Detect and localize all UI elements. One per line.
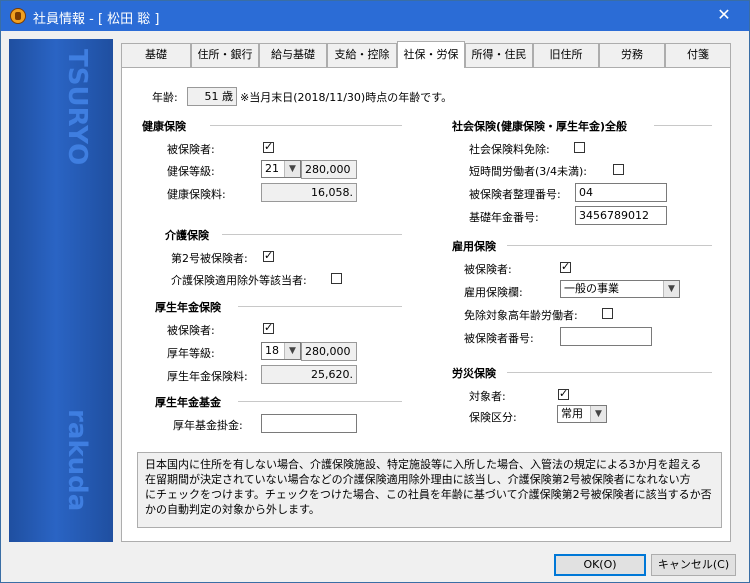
help-note-line: 日本国内に住所を有しない場合、介護保険施設、特定施設等に入所した場合、入管法の規… — [145, 458, 702, 471]
care-divider — [222, 234, 402, 235]
social-exempt-checkbox[interactable] — [574, 142, 585, 153]
accident-divider — [507, 372, 712, 373]
short-time-label: 短時間労働者(3/4未満): — [469, 165, 587, 178]
social-insurance-title: 社会保険(健康保険・厚生年金)全般 — [452, 120, 628, 133]
accident-category-select[interactable]: 常用 ▼ — [557, 405, 607, 423]
tab-social-labor-insurance[interactable]: 社保・労保 — [397, 41, 465, 68]
pension-grade-amount: 280,000 — [301, 342, 357, 361]
pension-insurance-title: 厚生年金保険 — [155, 301, 221, 314]
health-insurance-title: 健康保険 — [142, 120, 186, 133]
window-title: 社員情報 - [ 松田 聡 ] — [33, 12, 160, 27]
age-field: 51 歳 — [187, 87, 237, 106]
employment-category-value: 一般の事業 — [564, 282, 619, 295]
help-note-line: かの自動判定の対象から外します。 — [145, 503, 320, 516]
svg-text:rakuda: rakuda — [62, 409, 89, 511]
employment-insured-label: 被保険者: — [464, 263, 512, 276]
pension-insured-label: 被保険者: — [167, 324, 215, 337]
chevron-down-icon: ▼ — [590, 406, 606, 422]
pension-divider — [238, 306, 402, 307]
accident-category-value: 常用 — [561, 407, 583, 420]
employment-insured-no-input[interactable] — [560, 327, 652, 346]
pension-fund-input[interactable] — [261, 414, 357, 433]
chevron-down-icon: ▼ — [284, 343, 300, 359]
social-insurance-panel: 年齢: 51 歳 ※当月末日(2018/11/30)時点の年齢です。 健康保険 … — [121, 67, 731, 542]
insured-ref-no-label: 被保険者整理番号: — [469, 188, 561, 201]
pension-fund-divider — [238, 401, 402, 402]
chevron-down-icon: ▼ — [284, 161, 300, 177]
age-note: ※当月末日(2018/11/30)時点の年齢です。 — [240, 91, 453, 104]
care-insurance-title: 介護保険 — [165, 229, 209, 242]
accident-insurance-title: 労災保険 — [452, 367, 496, 380]
app-icon — [10, 8, 26, 24]
pension-premium-label: 厚生年金保険料: — [167, 370, 248, 383]
employment-insurance-title: 雇用保険 — [452, 240, 496, 253]
help-note-box: 日本国内に住所を有しない場合、介護保険施設、特定施設等に入所した場合、入管法の規… — [137, 452, 722, 528]
cancel-button[interactable]: キャンセル(C) — [651, 554, 736, 576]
sidebar-watermark-bottom: rakuda — [62, 409, 89, 511]
care-exempt-label: 介護保険適用除外等該当者: — [171, 274, 307, 287]
social-exempt-label: 社会保険料免除: — [469, 143, 550, 156]
tab-basic[interactable]: 基礎 — [121, 43, 191, 67]
health-insured-checkbox[interactable] — [263, 140, 274, 153]
title-bar[interactable]: 社員情報 - [ 松田 聡 ] ✕ — [1, 1, 749, 31]
chevron-down-icon: ▼ — [663, 281, 679, 297]
sidebar-banner: TSURYO rakuda — [9, 39, 113, 542]
help-note-line: 在留期間が決定されていない場合などの介護保険適用除外理由に該当し、介護保険第2号… — [145, 473, 691, 486]
tab-strip: 基礎 住所・銀行 給与基礎 支給・控除 社保・労保 所得・住民 旧住所 労務 付… — [121, 41, 731, 68]
tab-labor[interactable]: 労務 — [599, 43, 665, 67]
tab-salary-basic[interactable]: 給与基礎 — [259, 43, 327, 67]
health-insured-label: 被保険者: — [167, 143, 215, 156]
care-type2-label: 第2号被保険者: — [171, 252, 248, 265]
health-premium-label: 健康保険料: — [167, 188, 226, 201]
tab-payment-deduction[interactable]: 支給・控除 — [327, 43, 397, 67]
pension-fund-label: 厚年基金掛金: — [173, 419, 243, 432]
short-time-checkbox[interactable] — [613, 164, 624, 175]
accident-target-label: 対象者: — [469, 390, 506, 403]
sidebar-watermark-top: TSURYO — [62, 49, 89, 165]
pension-grade-label: 厚年等級: — [167, 347, 215, 360]
health-premium-field: 16,058. — [261, 183, 357, 202]
employment-insured-no-label: 被保険者番号: — [464, 332, 534, 345]
care-type2-checkbox[interactable] — [263, 249, 274, 262]
age-label: 年齢: — [152, 91, 178, 104]
employment-category-label: 雇用保険欄: — [464, 286, 523, 299]
health-grade-value: 21 — [265, 162, 279, 175]
health-grade-select[interactable]: 21 ▼ — [261, 160, 301, 178]
close-button[interactable]: ✕ — [703, 3, 745, 27]
pension-grade-select[interactable]: 18 ▼ — [261, 342, 301, 360]
ok-button[interactable]: OK(O) — [554, 554, 646, 576]
elderly-exempt-label: 免除対象高年齢労働者: — [464, 309, 578, 322]
employment-category-select[interactable]: 一般の事業 ▼ — [560, 280, 680, 298]
elderly-exempt-checkbox[interactable] — [602, 308, 613, 319]
tab-address-bank[interactable]: 住所・銀行 — [191, 43, 259, 67]
basic-pension-no-input[interactable]: 3456789012 — [575, 206, 667, 225]
help-note-line: にチェックをつけます。チェックをつけた場合、この社員を年齢に基づいて介護保険第2… — [145, 488, 712, 501]
svg-text:TSURYO: TSURYO — [62, 49, 89, 165]
health-divider — [210, 125, 402, 126]
accident-target-checkbox[interactable] — [558, 387, 569, 400]
accident-category-label: 保険区分: — [469, 411, 517, 424]
pension-fund-title: 厚生年金基金 — [155, 396, 221, 409]
employment-divider — [507, 245, 712, 246]
health-grade-label: 健保等級: — [167, 165, 215, 178]
health-grade-amount: 280,000 — [301, 160, 357, 179]
care-exempt-checkbox[interactable] — [331, 273, 342, 284]
social-divider — [654, 125, 712, 126]
tab-old-address[interactable]: 旧住所 — [533, 43, 599, 67]
tab-sticky-note[interactable]: 付箋 — [665, 43, 731, 67]
pension-insured-checkbox[interactable] — [263, 321, 274, 334]
tab-income-resident[interactable]: 所得・住民 — [465, 43, 533, 67]
pension-premium-field: 25,620. — [261, 365, 357, 384]
employee-info-window: 社員情報 - [ 松田 聡 ] ✕ TSURYO rakuda 基礎 住所・銀行… — [0, 0, 750, 583]
insured-ref-no-input[interactable]: 04 — [575, 183, 667, 202]
basic-pension-no-label: 基礎年金番号: — [469, 211, 539, 224]
employment-insured-checkbox[interactable] — [560, 260, 571, 273]
pension-grade-value: 18 — [265, 344, 279, 357]
